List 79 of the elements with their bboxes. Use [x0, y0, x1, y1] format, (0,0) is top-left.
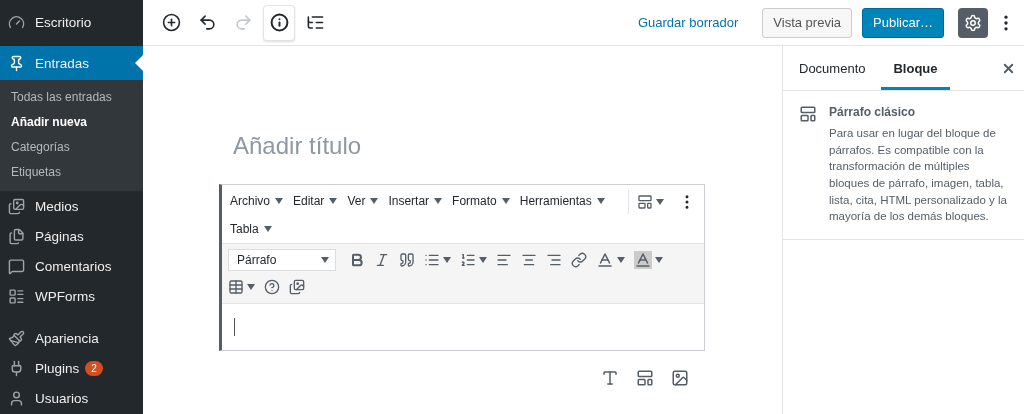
block-type-icon[interactable]: [636, 369, 654, 387]
align-right-icon[interactable]: [546, 252, 562, 268]
block-type-icon[interactable]: [637, 194, 653, 210]
panel-tab[interactable]: Documento: [787, 46, 878, 90]
active-pointer: [135, 55, 143, 71]
table-icon[interactable]: [228, 279, 244, 295]
settings-button[interactable]: [958, 7, 988, 38]
menu-item[interactable]: Formato: [450, 187, 518, 215]
caret-icon: [321, 257, 329, 263]
block-type-icon: [799, 105, 817, 123]
bullet-list-icon[interactable]: [424, 252, 440, 268]
pin-icon: [8, 54, 25, 72]
sidebar-item[interactable]: Entradas: [0, 46, 143, 80]
align-left-icon[interactable]: [496, 252, 512, 268]
gear-icon: [964, 13, 982, 32]
quote-icon[interactable]: [399, 252, 415, 268]
preview-button[interactable]: Vista previa: [762, 7, 853, 38]
sidebar-item[interactable]: Medios: [0, 191, 143, 221]
caret-icon: [329, 198, 338, 204]
sidebar-item[interactable]: Usuarios: [0, 383, 143, 413]
caret-icon: [617, 257, 625, 263]
caret-icon: [434, 198, 443, 204]
user-icon: [8, 389, 25, 407]
count-badge: 2: [85, 360, 103, 376]
caret-icon: [443, 257, 451, 263]
menu-item[interactable]: Tabla: [228, 215, 280, 243]
sidebar-item[interactable]: WPForms: [0, 281, 143, 311]
numbered-list-icon[interactable]: [460, 252, 476, 268]
menu-item[interactable]: Insertar: [386, 187, 451, 215]
sidebar-item[interactable]: Apariencia: [0, 323, 143, 353]
italic-icon[interactable]: [374, 252, 390, 268]
caret-icon: [275, 198, 283, 204]
menu-item[interactable]: Ver: [345, 187, 387, 215]
media-icon[interactable]: [289, 279, 305, 295]
align-center-icon[interactable]: [521, 252, 537, 268]
text-color-icon[interactable]: [596, 251, 614, 269]
caret-icon: [655, 257, 663, 263]
caret-icon: [596, 198, 605, 204]
block-description: Para usar en lugar del bloque de párrafos. Es compatible con la transformación de múltiples bloques de párrafo, imagen, tabla, lista, cita, HTML personalizado y la mayoría de los demás bloques.: [829, 126, 1008, 225]
link-icon[interactable]: [571, 252, 587, 268]
caret-icon: [479, 257, 487, 263]
publish-button[interactable]: Publicar…: [862, 7, 944, 38]
submenu-item[interactable]: Etiquetas: [0, 160, 143, 185]
save-draft-link[interactable]: Guardar borrador: [631, 14, 745, 31]
sidebar-item[interactable]: Páginas: [0, 221, 143, 251]
menu-item[interactable]: Herramientas: [517, 187, 613, 215]
submenu-item[interactable]: Añadir nueva: [0, 110, 143, 135]
block-name: Párrafo clásico: [829, 105, 917, 119]
comment-icon: [8, 257, 25, 275]
help-icon[interactable]: [264, 279, 280, 295]
format-select[interactable]: Párrafo: [228, 249, 336, 271]
caret-icon: [501, 198, 510, 204]
gauge-icon: [8, 13, 25, 31]
pages-icon: [8, 227, 25, 245]
sidebar-item[interactable]: Comentarios: [0, 251, 143, 281]
menu-item[interactable]: Editar: [291, 187, 346, 215]
outline-icon: [305, 13, 325, 32]
caret-icon: [656, 199, 664, 205]
info-icon: [269, 13, 289, 32]
background-color-icon[interactable]: [634, 251, 652, 269]
submenu-item[interactable]: Categorías: [0, 135, 143, 160]
bold-icon[interactable]: [349, 252, 365, 268]
caret-icon: [263, 226, 272, 232]
add-block-icon: [161, 13, 181, 32]
image-icon[interactable]: [671, 369, 689, 387]
text-icon[interactable]: [601, 369, 619, 387]
brush-icon: [8, 329, 25, 347]
form-icon: [8, 287, 25, 305]
caret-icon: [247, 284, 255, 290]
submenu-item[interactable]: Todas las entradas: [0, 85, 143, 110]
media-icon: [8, 197, 25, 215]
sidebar-item[interactable]: Escritorio: [0, 7, 143, 37]
sidebar-item[interactable]: Plugins 2: [0, 353, 143, 383]
undo-icon: [197, 13, 217, 32]
info-button[interactable]: [263, 4, 295, 41]
menu-item[interactable]: Archivo: [228, 187, 291, 215]
redo-icon: [233, 13, 253, 32]
panel-tab[interactable]: Bloque: [881, 46, 950, 90]
caret-icon: [370, 198, 379, 204]
